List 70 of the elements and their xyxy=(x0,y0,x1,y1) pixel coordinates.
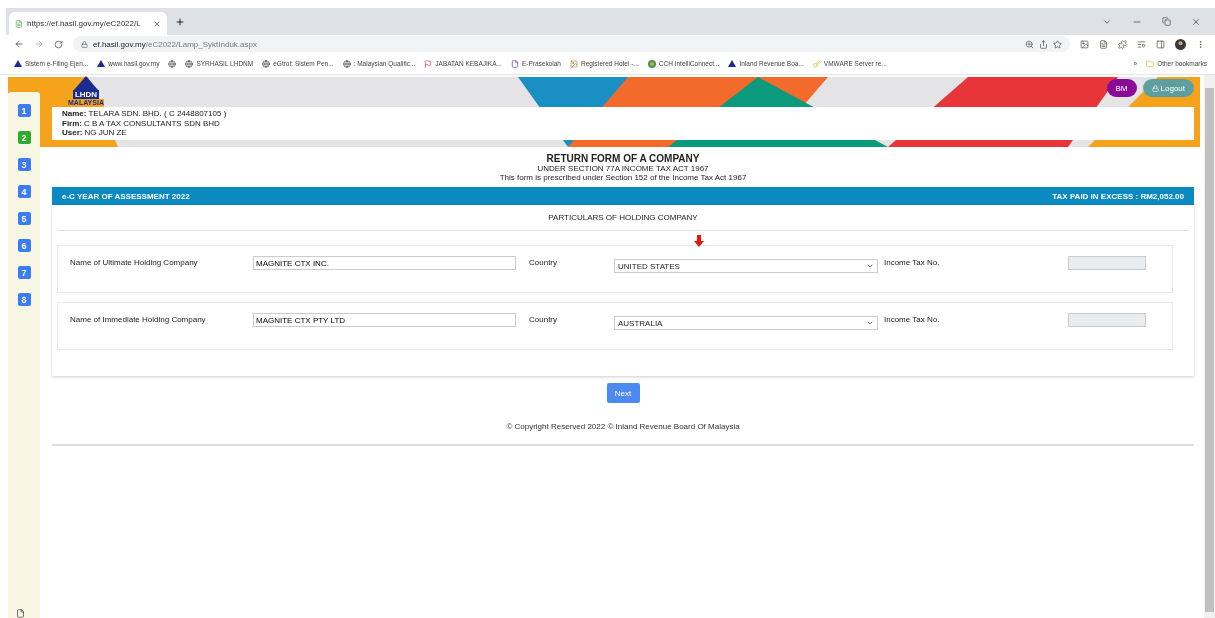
back-icon[interactable] xyxy=(14,39,24,49)
address-field[interactable]: ef.hasil.gov.my/eC2022/Lamp_SyktInduk.aspx xyxy=(73,36,1070,52)
globe-icon xyxy=(342,59,351,68)
info-label: Firm: xyxy=(62,118,82,128)
forward-icon[interactable] xyxy=(34,39,44,49)
copyright: © Copyright Reserved 2022 © Inland Revenue Board Of Malaysia xyxy=(506,422,740,431)
info-value: C B A TAX CONSULTANTS SDN BHD xyxy=(84,118,220,128)
assessment-year: e-C YEAR OF ASSESSMENT 2022 xyxy=(62,191,190,201)
close-icon[interactable] xyxy=(1191,16,1201,27)
image-icon xyxy=(569,59,578,68)
extensions-icon[interactable] xyxy=(1118,39,1127,49)
section-title: PARTICULARS OF HOLDING COMPANY xyxy=(548,213,698,224)
info-label: Name: xyxy=(62,109,87,119)
step-tab[interactable]: 4 xyxy=(17,185,31,198)
triangle-icon xyxy=(14,60,22,67)
lock-icon xyxy=(1151,84,1159,92)
side-panel-icon[interactable] xyxy=(1156,39,1165,49)
lock-icon xyxy=(81,40,88,48)
company-name-field[interactable]: MAGNITE CTX INC. xyxy=(253,256,516,270)
field-label: Income Tax No. xyxy=(884,314,941,324)
chevron-down-icon xyxy=(866,262,874,270)
step-tab[interactable]: 3 xyxy=(17,158,31,171)
field-label: Country xyxy=(529,257,558,267)
step-tab[interactable]: 6 xyxy=(17,239,31,252)
image-icon[interactable] xyxy=(1080,39,1089,49)
menu-icon[interactable] xyxy=(1196,39,1205,49)
globe-icon xyxy=(185,59,194,68)
tax-paid-in-excess: TAX PAID IN EXCESS : RM2,052.00 xyxy=(1052,191,1184,201)
star-icon[interactable] xyxy=(1053,39,1062,49)
list-icon[interactable] xyxy=(1137,39,1146,49)
browser-tab[interactable]: https://ef.hasil.gov.my/eC2022/L xyxy=(9,12,167,35)
globe-icon xyxy=(262,59,271,68)
country-select[interactable]: AUSTRALIA xyxy=(614,316,878,330)
step-tab[interactable]: 1 xyxy=(17,104,31,117)
triangle-icon xyxy=(728,60,737,67)
company-name-field[interactable]: MAGNITE CTX PTY LTD xyxy=(253,313,516,327)
step-tab[interactable]: 5 xyxy=(17,212,31,225)
page-icon xyxy=(15,19,23,28)
wheel-icon xyxy=(647,59,656,68)
reload-icon[interactable] xyxy=(54,39,63,49)
step-tab[interactable]: 8 xyxy=(17,293,31,306)
flag-icon xyxy=(424,59,433,68)
step-tab[interactable]: 7 xyxy=(17,266,31,279)
document-icon[interactable] xyxy=(1099,39,1108,49)
bookmark-item[interactable] xyxy=(168,59,177,68)
chevron-down-icon xyxy=(866,319,874,327)
share-icon[interactable] xyxy=(1039,39,1048,49)
info-value: TELARA SDN. BHD. ( C 2448807105 ) xyxy=(88,109,227,119)
restore-icon[interactable] xyxy=(1162,16,1171,26)
country-select[interactable]: UNITED STATES xyxy=(614,259,878,273)
zoom-icon[interactable] xyxy=(1025,39,1034,49)
document-icon xyxy=(16,609,25,618)
document-icon xyxy=(510,59,519,68)
scrollbar[interactable] xyxy=(1204,75,1215,618)
new-tab-icon[interactable] xyxy=(175,16,185,27)
globe-icon xyxy=(168,59,177,68)
field-label: Name of Ultimate Holding Company xyxy=(70,257,199,267)
form-note: This form is prescribed under Section 152 of the Income Tax Act 1967 xyxy=(499,172,747,182)
avatar-icon[interactable] xyxy=(1175,38,1186,50)
field-label: Country xyxy=(529,314,558,324)
field-label: Income Tax No. xyxy=(884,257,941,267)
form-subtitle: UNDER SECTION 77A INCOME TAX ACT 1967 xyxy=(537,163,709,173)
info-value: NG JUN ZE xyxy=(84,128,127,138)
close-icon[interactable] xyxy=(153,19,161,28)
triangle-icon xyxy=(97,60,106,67)
folder-icon xyxy=(1146,59,1155,68)
form-title: RETURN FORM OF A COMPANY xyxy=(546,152,700,164)
key-icon xyxy=(812,59,821,68)
field-label: Name of Immediate Holding Company xyxy=(70,314,207,324)
info-label: User: xyxy=(62,128,83,138)
